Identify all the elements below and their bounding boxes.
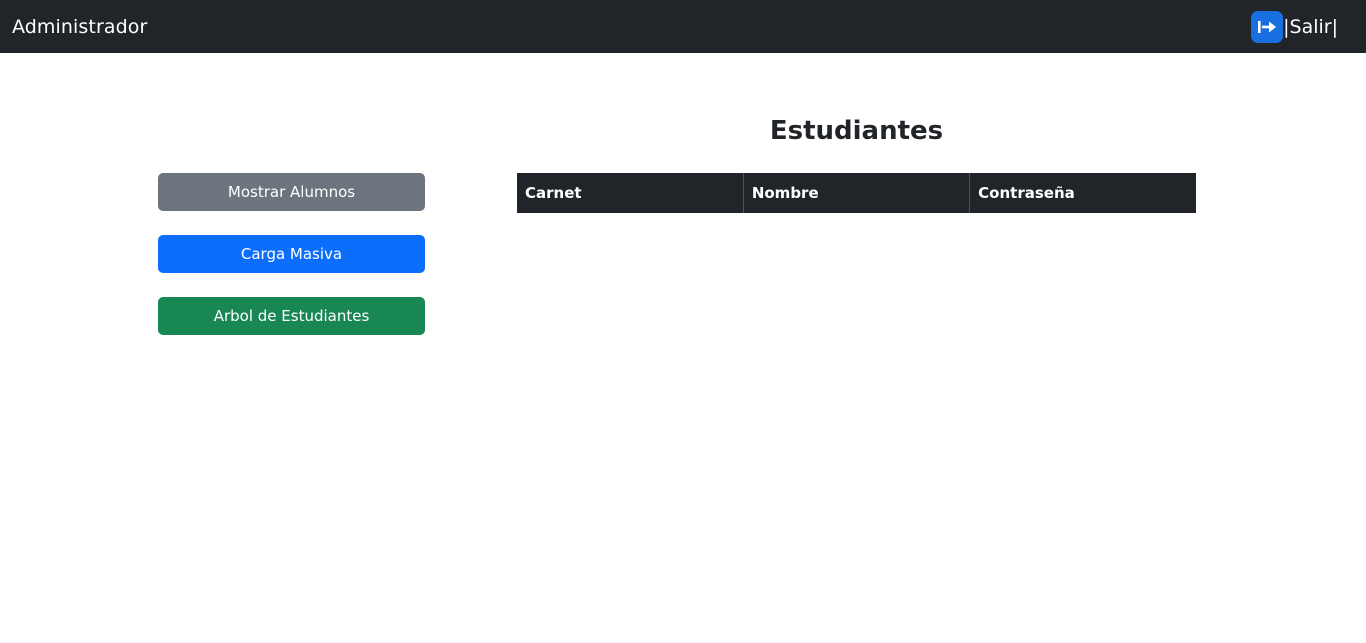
logout-link[interactable]: |Salir| [1251,10,1338,43]
table-header-row: Carnet Nombre Contraseña [517,173,1196,213]
students-table: Carnet Nombre Contraseña [517,173,1196,213]
navbar-brand: Administrador [12,15,148,38]
student-tree-button[interactable]: Arbol de Estudiantes [158,297,425,335]
column-header-carnet: Carnet [517,173,744,213]
logout-label[interactable]: |Salir| [1283,16,1338,38]
bulk-upload-button[interactable]: Carga Masiva [158,235,425,273]
show-students-button[interactable]: Mostrar Alumnos [158,173,425,211]
column-header-nombre: Nombre [742,173,970,213]
logout-arrow-icon[interactable] [1251,10,1284,43]
column-header-contrasena: Contraseña [969,173,1196,213]
top-navbar: Administrador |Salir| [0,0,1366,53]
page-title: Estudiantes [769,116,944,146]
